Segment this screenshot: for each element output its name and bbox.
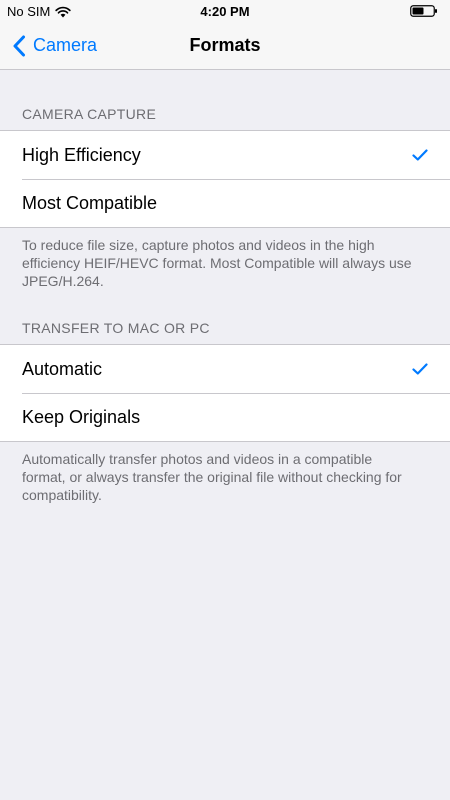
status-time: 4:20 PM [200, 4, 250, 19]
option-label: Automatic [22, 358, 103, 379]
transfer-options: Automatic Keep Originals [0, 344, 450, 442]
back-button[interactable]: Camera [12, 22, 97, 69]
section-header-transfer: TRANSFER TO MAC OR PC [22, 320, 210, 336]
option-high-efficiency[interactable]: High Efficiency [0, 131, 450, 179]
camera-capture-options: High Efficiency Most Compatible [0, 130, 450, 228]
battery-icon [410, 5, 437, 17]
section-footer-camera-capture: To reduce file size, capture photos and … [22, 237, 412, 289]
option-label: Most Compatible [22, 192, 158, 213]
status-bar: No SIM 4:20 PM [0, 0, 450, 22]
option-label: High Efficiency [22, 144, 141, 165]
option-automatic[interactable]: Automatic [0, 345, 450, 393]
navigation-bar: Camera Formats [0, 22, 450, 70]
chevron-left-icon [13, 35, 25, 56]
back-button-label: Camera [33, 35, 98, 55]
section-header-camera-capture: CAMERA CAPTURE [22, 106, 157, 122]
section-footer-transfer: Automatically transfer photos and videos… [22, 451, 402, 503]
checkmark-icon [412, 363, 428, 375]
option-keep-originals[interactable]: Keep Originals [0, 393, 450, 441]
option-most-compatible[interactable]: Most Compatible [0, 179, 450, 227]
option-label: Keep Originals [22, 406, 141, 427]
checkmark-icon [412, 149, 428, 161]
